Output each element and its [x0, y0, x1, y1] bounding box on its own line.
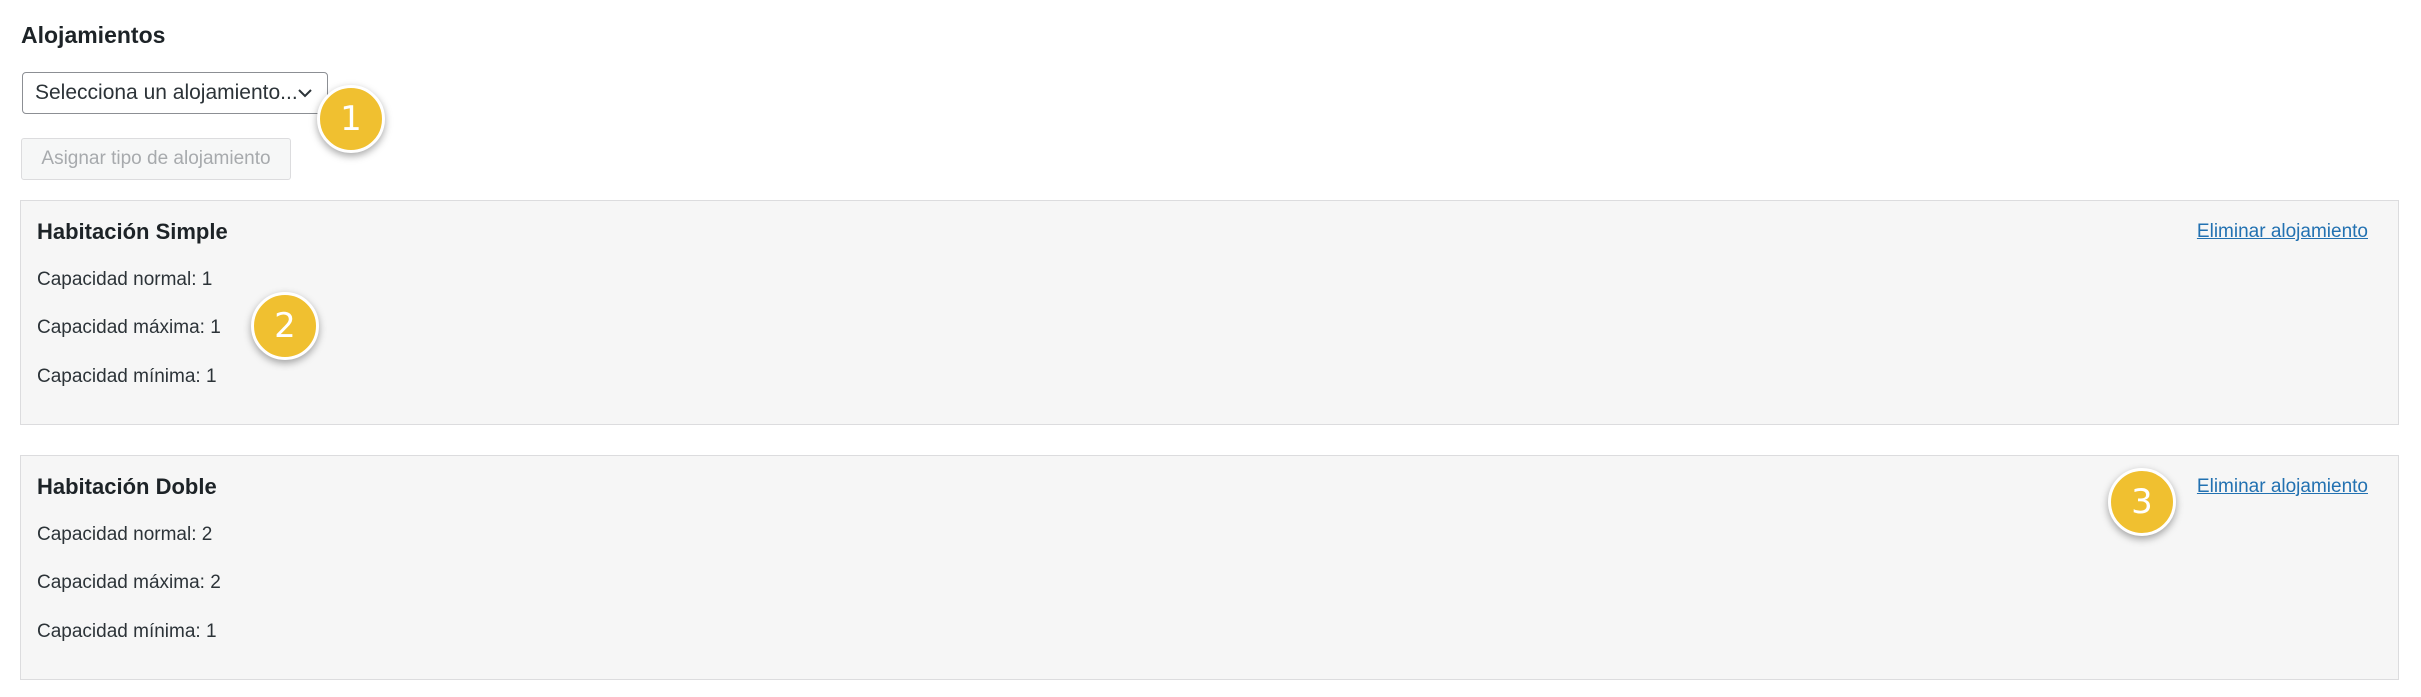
- step-marker-3: 3: [2108, 468, 2176, 536]
- accommodation-card: Habitación Simple Eliminar alojamiento C…: [20, 200, 2399, 425]
- accommodation-select[interactable]: Selecciona un alojamiento...: [22, 72, 328, 114]
- select-value: Selecciona un alojamiento...: [35, 81, 298, 104]
- accommodation-title: Habitación Simple: [37, 219, 228, 244]
- step-marker-2: 2: [251, 292, 319, 360]
- assign-type-button[interactable]: Asignar tipo de alojamiento: [21, 138, 291, 180]
- max-capacity: Capacidad máxima: 2: [37, 572, 221, 593]
- section-title: Alojamientos: [21, 22, 166, 48]
- step-marker-1: 1: [317, 85, 385, 153]
- accommodation-card: Habitación Doble Eliminar alojamiento Ca…: [20, 455, 2399, 680]
- accommodation-title: Habitación Doble: [37, 474, 217, 499]
- delete-accommodation-link[interactable]: Eliminar alojamiento: [2197, 472, 2368, 502]
- min-capacity: Capacidad mínima: 1: [37, 621, 217, 642]
- chevron-down-icon: [298, 89, 312, 98]
- min-capacity: Capacidad mínima: 1: [37, 366, 217, 387]
- normal-capacity: Capacidad normal: 2: [37, 524, 213, 545]
- max-capacity: Capacidad máxima: 1: [37, 317, 221, 338]
- normal-capacity: Capacidad normal: 1: [37, 269, 213, 290]
- delete-accommodation-link[interactable]: Eliminar alojamiento: [2197, 217, 2368, 247]
